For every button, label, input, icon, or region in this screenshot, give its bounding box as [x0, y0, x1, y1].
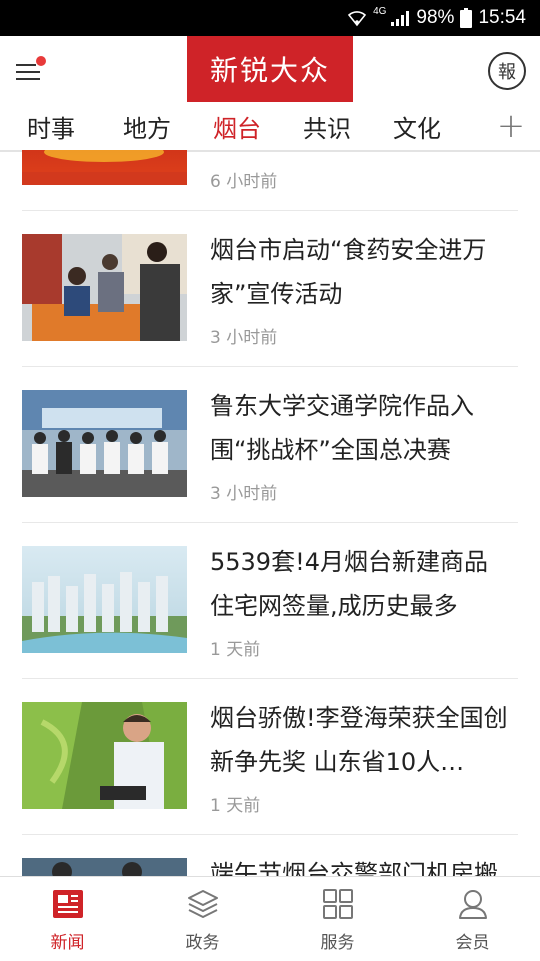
bottom-navigation: 新闻 政务 服务 会员 — [0, 876, 540, 961]
nav-label: 新闻 — [50, 932, 85, 953]
news-icon — [50, 886, 86, 922]
newspaper-button[interactable]: 報 — [488, 52, 526, 90]
news-time: 1 天前 — [210, 640, 261, 660]
battery-icon — [460, 8, 473, 28]
news-thumbnail — [22, 546, 187, 653]
nav-news[interactable]: 新闻 — [0, 877, 135, 961]
nav-label: 会员 — [455, 932, 490, 953]
logo-text: 新锐大众 — [209, 54, 330, 87]
add-tab-button[interactable]: + — [482, 102, 540, 150]
grid-icon — [320, 886, 356, 922]
plus-icon: + — [496, 106, 526, 146]
clock: 15:54 — [478, 7, 526, 28]
notification-dot-icon — [36, 56, 46, 66]
news-title: 烟台市启动“食药安全进万家”宣传活动 — [210, 236, 487, 308]
nav-member[interactable]: 会员 — [405, 877, 540, 961]
status-indicators: 4G 98% 15:54 — [347, 0, 526, 36]
menu-button[interactable] — [14, 54, 48, 86]
nav-services[interactable]: 服务 — [270, 877, 405, 961]
tab-wenhua[interactable]: 文化 — [372, 102, 462, 150]
user-icon — [455, 886, 491, 922]
news-title: 端午节烟台交警部门机房搬 — [210, 860, 498, 876]
status-bar: 4G 98% 15:54 — [0, 0, 540, 36]
battery-percent: 98% — [416, 7, 455, 28]
news-time: 6 小时前 — [210, 172, 278, 192]
news-time: 1 天前 — [210, 796, 261, 816]
news-thumbnail — [22, 150, 187, 185]
news-title: 5539套!4月烟台新建商品住宅网签量,成历史最多 — [210, 548, 488, 620]
news-item[interactable]: 5539套!4月烟台新建商品住宅网签量,成历史最多 1 天前 — [22, 522, 518, 679]
tab-difang[interactable]: 地方 — [102, 102, 192, 150]
nav-label: 政务 — [185, 932, 220, 953]
news-thumbnail — [22, 702, 187, 809]
news-thumbnail — [22, 858, 187, 876]
wifi-icon — [347, 9, 367, 27]
nav-government[interactable]: 政务 — [135, 877, 270, 961]
nav-label: 服务 — [320, 932, 355, 953]
news-item[interactable]: 鲁东大学交通学院作品入围“挑战杯”全国总决赛 3 小时前 — [22, 366, 518, 523]
news-item[interactable]: 烟台骄傲!李登海荣获全国创新争先奖 山东省10人… 1 天前 — [22, 678, 518, 835]
tab-yantai[interactable]: 烟台 — [192, 102, 282, 150]
news-thumbnail — [22, 234, 187, 341]
tab-gongshi[interactable]: 共识 — [282, 102, 372, 150]
app-header: 新锐大众 報 — [0, 36, 540, 102]
news-list: 6 小时前 烟台市启动“食药安全进万家”宣传活动 3 小时前 鲁东大学交通学院作… — [0, 150, 540, 876]
app-logo: 新锐大众 — [187, 36, 353, 102]
news-time: 3 小时前 — [210, 484, 278, 504]
signal-icon — [390, 9, 410, 27]
news-item[interactable]: 烟台市启动“食药安全进万家”宣传活动 3 小时前 — [22, 210, 518, 367]
news-title: 烟台骄傲!李登海荣获全国创新争先奖 山东省10人… — [210, 704, 508, 776]
news-item[interactable]: 6 小时前 — [22, 150, 518, 211]
tab-shishi[interactable]: 时事 — [0, 102, 102, 150]
news-time: 3 小时前 — [210, 328, 278, 348]
category-tab-bar: 时事 地方 烟台 共识 文化 很 + — [0, 102, 540, 152]
news-item[interactable]: 端午节烟台交警部门机房搬 — [22, 834, 518, 876]
network-type-label: 4G — [373, 5, 387, 17]
newspaper-icon: 報 — [498, 62, 516, 83]
layers-icon — [185, 886, 221, 922]
news-thumbnail — [22, 390, 187, 497]
menu-icon — [16, 56, 46, 80]
news-title: 鲁东大学交通学院作品入围“挑战杯”全国总决赛 — [210, 392, 474, 464]
